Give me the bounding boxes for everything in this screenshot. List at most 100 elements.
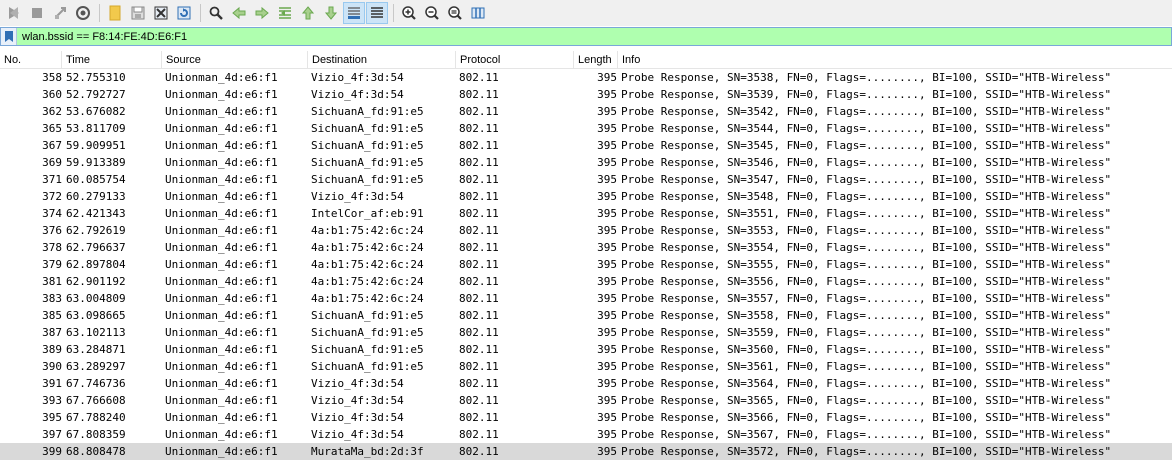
zoom-in-button[interactable] <box>398 2 420 24</box>
packet-row[interactable]: 369 59.913389 Unionman_4d:e6:f1 SichuanA_fd… <box>0 154 1172 171</box>
packet-number: 376 <box>42 224 62 237</box>
packet-row[interactable]: 393 67.766608 Unionman_4d:e6:f1 Vizio_4f:3d… <box>0 392 1172 409</box>
packet-destination: 4a:b1:75:42:6c:24 <box>311 258 424 271</box>
display-filter-input[interactable]: wlan.bssid == F8:14:FE:4D:E6:F1 <box>17 31 187 43</box>
packet-time: 60.279133 <box>66 190 126 203</box>
go-back-button[interactable] <box>228 2 250 24</box>
packet-row[interactable]: 362 53.676082 Unionman_4d:e6:f1 SichuanA_fd… <box>0 103 1172 120</box>
reload-file-button[interactable] <box>173 2 195 24</box>
packet-row[interactable]: 360 52.792727 Unionman_4d:e6:f1 Vizio_4f:3d… <box>0 86 1172 103</box>
save-file-icon <box>131 6 145 20</box>
packet-protocol: 802.11 <box>459 275 499 288</box>
packet-source: Unionman_4d:e6:f1 <box>165 377 278 390</box>
packet-protocol: 802.11 <box>459 122 499 135</box>
zoom-out-button[interactable] <box>421 2 443 24</box>
colorize-button[interactable] <box>366 2 388 24</box>
packet-row[interactable]: 383 63.004809 Unionman_4d:e6:f1 4a:b1:75:42… <box>0 290 1172 307</box>
packet-row[interactable]: 365 53.811709 Unionman_4d:e6:f1 SichuanA_fd… <box>0 120 1172 137</box>
packet-time: 62.901192 <box>66 275 126 288</box>
filter-bookmark-button[interactable] <box>1 28 17 45</box>
packet-length: 395 <box>597 360 617 373</box>
packet-info: Probe Response, SN=3542, FN=0, Flags=...… <box>621 105 1112 118</box>
packet-row[interactable]: 390 63.289297 Unionman_4d:e6:f1 SichuanA_fd… <box>0 358 1172 375</box>
autoscroll-button[interactable] <box>343 2 365 24</box>
packet-row[interactable]: 397 67.808359 Unionman_4d:e6:f1 Vizio_4f:3d… <box>0 426 1172 443</box>
packet-row[interactable]: 399 68.808478 Unionman_4d:e6:f1 MurataMa_bd… <box>0 443 1172 460</box>
packet-row[interactable]: 391 67.746736 Unionman_4d:e6:f1 Vizio_4f:3d… <box>0 375 1172 392</box>
packet-source: Unionman_4d:e6:f1 <box>165 258 278 271</box>
capture-options-button[interactable] <box>72 2 94 24</box>
packet-row[interactable]: 379 62.897804 Unionman_4d:e6:f1 4a:b1:75:42… <box>0 256 1172 273</box>
column-header-source[interactable]: Source <box>162 51 308 69</box>
packet-source: Unionman_4d:e6:f1 <box>165 394 278 407</box>
go-forward-button[interactable] <box>251 2 273 24</box>
column-header-no[interactable]: No. <box>0 51 62 69</box>
resize-columns-button[interactable] <box>467 2 489 24</box>
save-file-button[interactable] <box>127 2 149 24</box>
packet-number: 393 <box>42 394 62 407</box>
packet-length: 395 <box>597 88 617 101</box>
packet-time: 53.811709 <box>66 122 126 135</box>
packet-row[interactable]: 381 62.901192 Unionman_4d:e6:f1 4a:b1:75:42… <box>0 273 1172 290</box>
packet-protocol: 802.11 <box>459 445 499 458</box>
packet-row[interactable]: 387 63.102113 Unionman_4d:e6:f1 SichuanA_fd… <box>0 324 1172 341</box>
packet-source: Unionman_4d:e6:f1 <box>165 224 278 237</box>
packet-row[interactable]: 371 60.085754 Unionman_4d:e6:f1 SichuanA_fd… <box>0 171 1172 188</box>
packet-row[interactable]: 389 63.284871 Unionman_4d:e6:f1 SichuanA_fd… <box>0 341 1172 358</box>
packet-row[interactable]: 358 52.755310 Unionman_4d:e6:f1 Vizio_4f:3d… <box>0 69 1172 86</box>
packet-destination: 4a:b1:75:42:6c:24 <box>311 275 424 288</box>
packet-destination: Vizio_4f:3d:54 <box>311 88 404 101</box>
packet-number: 367 <box>42 139 62 152</box>
packet-protocol: 802.11 <box>459 190 499 203</box>
packet-time: 63.102113 <box>66 326 126 339</box>
packet-row[interactable]: 372 60.279133 Unionman_4d:e6:f1 Vizio_4f:3d… <box>0 188 1172 205</box>
stop-capture-button[interactable] <box>26 2 48 24</box>
packet-info: Probe Response, SN=3560, FN=0, Flags=...… <box>621 343 1112 356</box>
packet-time: 53.676082 <box>66 105 126 118</box>
packet-source: Unionman_4d:e6:f1 <box>165 241 278 254</box>
packet-row[interactable]: 376 62.792619 Unionman_4d:e6:f1 4a:b1:75:42… <box>0 222 1172 239</box>
packet-number: 362 <box>42 105 62 118</box>
packet-destination: Vizio_4f:3d:54 <box>311 377 404 390</box>
zoom-out-icon <box>425 6 439 20</box>
toolbar-separator <box>99 4 100 22</box>
go-last-packet-button[interactable] <box>320 2 342 24</box>
packet-info: Probe Response, SN=3561, FN=0, Flags=...… <box>621 360 1112 373</box>
packet-row[interactable]: 378 62.796637 Unionman_4d:e6:f1 4a:b1:75:42… <box>0 239 1172 256</box>
go-to-packet-button[interactable] <box>274 2 296 24</box>
column-header-destination[interactable]: Destination <box>308 51 456 69</box>
packet-protocol: 802.11 <box>459 411 499 424</box>
open-file-button[interactable] <box>104 2 126 24</box>
find-packet-button[interactable] <box>205 2 227 24</box>
packet-row[interactable]: 385 63.098665 Unionman_4d:e6:f1 SichuanA_fd… <box>0 307 1172 324</box>
bookmark-icon <box>4 31 13 42</box>
packet-source: Unionman_4d:e6:f1 <box>165 360 278 373</box>
column-header-protocol[interactable]: Protocol <box>456 51 574 69</box>
close-file-icon <box>154 6 168 20</box>
packet-info: Probe Response, SN=3559, FN=0, Flags=...… <box>621 326 1112 339</box>
column-header-info[interactable]: Info <box>618 51 1172 69</box>
packet-length: 395 <box>597 71 617 84</box>
packet-row[interactable]: 395 67.788240 Unionman_4d:e6:f1 Vizio_4f:3d… <box>0 409 1172 426</box>
start-capture-button[interactable] <box>3 2 25 24</box>
packet-time: 67.808359 <box>66 428 126 441</box>
column-header-length[interactable]: Length <box>574 51 618 69</box>
packet-time: 62.421343 <box>66 207 126 220</box>
packet-source: Unionman_4d:e6:f1 <box>165 156 278 169</box>
packet-row[interactable]: 374 62.421343 Unionman_4d:e6:f1 IntelCor_af… <box>0 205 1172 222</box>
packet-destination: 4a:b1:75:42:6c:24 <box>311 224 424 237</box>
zoom-normal-button[interactable] <box>444 2 466 24</box>
packet-info: Probe Response, SN=3538, FN=0, Flags=...… <box>621 71 1112 84</box>
packet-protocol: 802.11 <box>459 309 499 322</box>
close-file-button[interactable] <box>150 2 172 24</box>
packet-time: 67.788240 <box>66 411 126 424</box>
column-header-time[interactable]: Time <box>62 51 162 69</box>
packet-row[interactable]: 367 59.909951 Unionman_4d:e6:f1 SichuanA_fd… <box>0 137 1172 154</box>
packet-info: Probe Response, SN=3572, FN=0, Flags=...… <box>621 445 1112 458</box>
go-first-packet-button[interactable] <box>297 2 319 24</box>
packet-destination: Vizio_4f:3d:54 <box>311 428 404 441</box>
restart-capture-button[interactable] <box>49 2 71 24</box>
packet-protocol: 802.11 <box>459 207 499 220</box>
packet-length: 395 <box>597 224 617 237</box>
reload-file-icon <box>177 6 191 20</box>
